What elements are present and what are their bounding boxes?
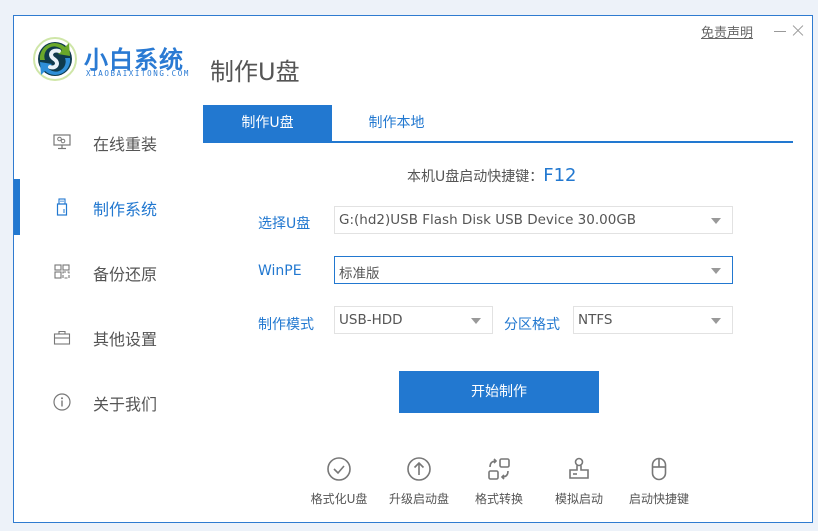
usb-select-label: 选择U盘 xyxy=(258,216,311,232)
sidebar-item-label: 制作系统 xyxy=(93,200,158,219)
tool-format-convert[interactable]: 格式转换 xyxy=(459,456,539,516)
mode-select-value: USB-HDD xyxy=(339,312,403,328)
partition-select[interactable]: NTFS xyxy=(573,306,733,334)
chevron-down-icon xyxy=(471,318,481,324)
app-logo: 小白系统 XIAOBAIXITONG.COM xyxy=(32,36,192,86)
sidebar-item-make-system[interactable]: 制作系统 xyxy=(14,179,194,239)
usb-drive-icon xyxy=(56,198,68,216)
sidebar-item-label: 其他设置 xyxy=(93,330,158,349)
tool-format-usb[interactable]: 格式化U盘 xyxy=(299,456,379,516)
tool-label: 启动快捷键 xyxy=(628,492,689,506)
winpe-select[interactable]: 标准版 xyxy=(334,256,733,284)
check-circle-icon xyxy=(327,457,351,481)
mouse-icon xyxy=(651,457,667,481)
logo-icon xyxy=(33,37,77,81)
sidebar-item-about-us[interactable]: 关于我们 xyxy=(14,374,194,434)
active-indicator xyxy=(14,244,20,300)
tab-bar: 制作U盘 制作本地 xyxy=(203,105,793,143)
page-title: 制作U盘 xyxy=(210,58,300,86)
info-icon xyxy=(53,393,71,411)
convert-icon xyxy=(488,458,510,480)
tool-label: 格式化U盘 xyxy=(310,492,368,506)
tool-label: 升级启动盘 xyxy=(388,492,449,506)
usb-select[interactable]: G:(hd2)USB Flash Disk USB Device 30.00GB xyxy=(334,206,733,234)
stamp-icon xyxy=(569,457,589,479)
logo-subtext: XIAOBAIXITONG.COM xyxy=(86,69,190,78)
chevron-down-icon xyxy=(711,218,721,224)
sidebar-item-label: 关于我们 xyxy=(93,395,158,414)
tool-simulate-boot[interactable]: 模拟启动 xyxy=(539,456,619,516)
tool-upgrade-boot-disk[interactable]: 升级启动盘 xyxy=(379,456,459,516)
chevron-down-icon xyxy=(711,268,721,274)
active-indicator xyxy=(14,374,20,430)
tool-label: 模拟启动 xyxy=(554,492,603,506)
sidebar-item-label: 在线重装 xyxy=(93,135,158,154)
minimize-button[interactable] xyxy=(772,22,788,40)
tab-make-usb[interactable]: 制作U盘 xyxy=(203,105,332,141)
arrow-up-circle-icon xyxy=(407,457,431,481)
tab-make-local[interactable]: 制作本地 xyxy=(332,105,461,141)
chevron-down-icon xyxy=(711,318,721,324)
boot-hotkey-label: 本机U盘启动快捷键： xyxy=(407,169,544,185)
active-indicator xyxy=(14,114,20,170)
sidebar-item-backup-restore[interactable]: 备份还原 xyxy=(14,244,194,304)
boot-hotkey-value: F12 xyxy=(543,165,577,186)
active-indicator xyxy=(14,179,20,235)
tool-label: 格式转换 xyxy=(474,492,523,506)
app-window: 小白系统 XIAOBAIXITONG.COM 制作U盘 免责声明 在线重装 制作… xyxy=(13,15,813,523)
winpe-select-value: 标准版 xyxy=(339,266,380,282)
mode-select-label: 制作模式 xyxy=(258,317,314,333)
grid-icon xyxy=(54,264,70,279)
boot-hotkey-info: 本机U盘启动快捷键：F12 xyxy=(407,165,577,186)
sidebar-item-label: 备份还原 xyxy=(93,265,158,284)
tool-boot-hotkey[interactable]: 启动快捷键 xyxy=(619,456,699,516)
disclaimer-link[interactable]: 免责声明 xyxy=(701,22,753,41)
sidebar-item-online-reinstall[interactable]: 在线重装 xyxy=(14,114,194,174)
active-indicator xyxy=(14,309,20,365)
mode-select[interactable]: USB-HDD xyxy=(334,306,493,334)
partition-select-label: 分区格式 xyxy=(504,317,560,333)
winpe-select-label: WinPE xyxy=(258,263,302,279)
close-button[interactable] xyxy=(790,23,806,39)
briefcase-icon xyxy=(53,330,71,345)
sidebar-item-other-settings[interactable]: 其他设置 xyxy=(14,309,194,369)
partition-select-value: NTFS xyxy=(578,312,613,328)
usb-select-value: G:(hd2)USB Flash Disk USB Device 30.00GB xyxy=(339,212,637,228)
monitor-icon xyxy=(53,134,71,150)
start-make-button[interactable]: 开始制作 xyxy=(399,371,599,413)
